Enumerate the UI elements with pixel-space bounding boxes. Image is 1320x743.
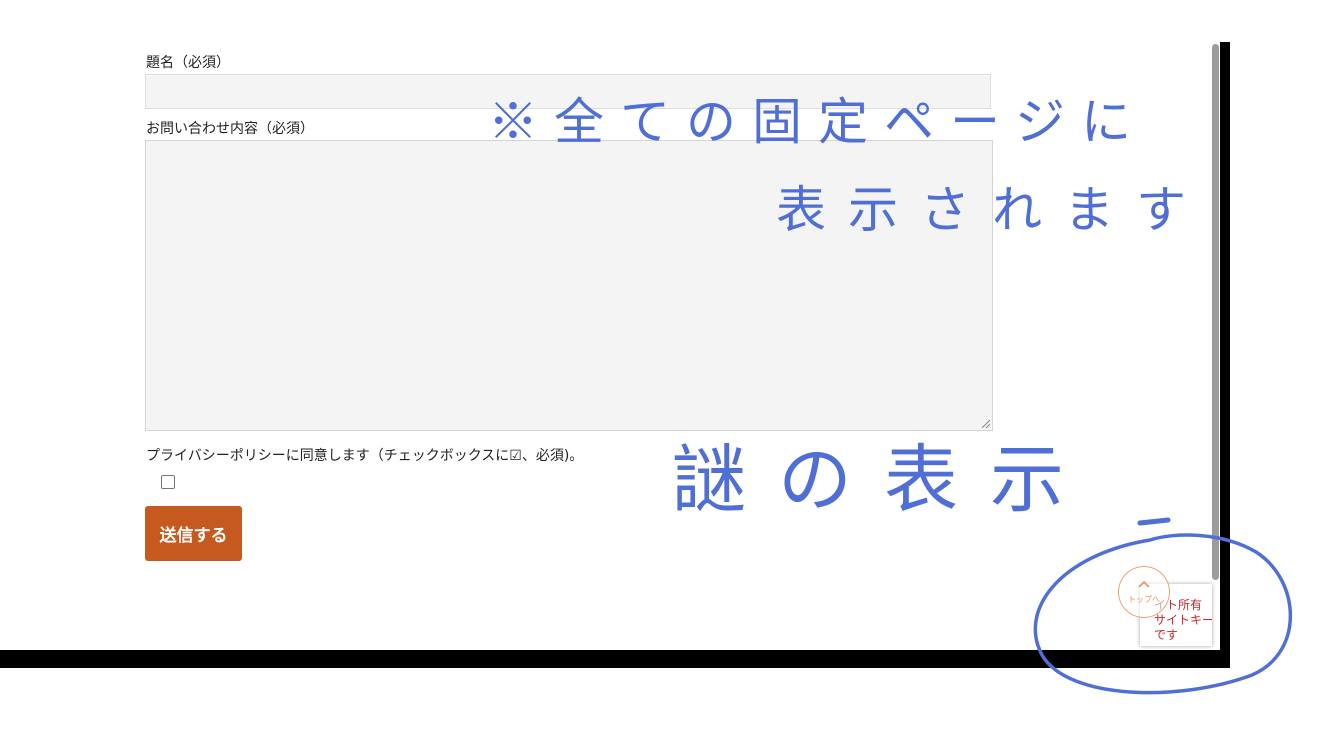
- screenshot: 題名（必須） お問い合わせ内容（必須） プライバシーポリシーに同意します（チェッ…: [0, 0, 1320, 743]
- annotation-circle: [1033, 517, 1293, 695]
